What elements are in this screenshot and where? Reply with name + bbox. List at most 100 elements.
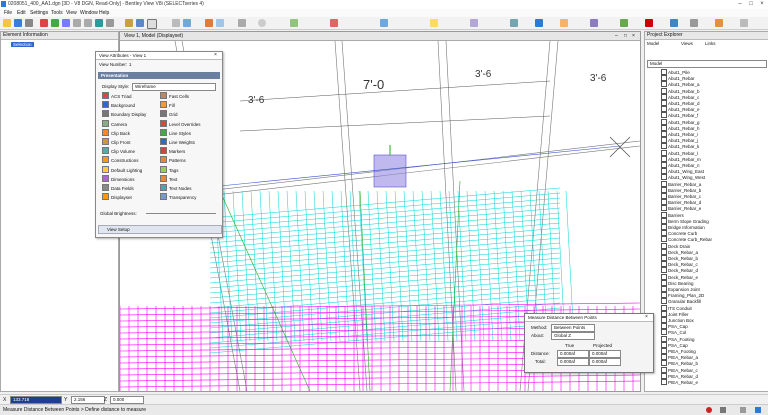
tool-i-icon[interactable] [470,19,478,27]
tool-h-icon[interactable] [430,19,438,27]
menu-file[interactable]: File [4,10,12,16]
checkbox-icon[interactable] [661,168,667,175]
checkbox-icon[interactable] [661,286,667,292]
menu-edit[interactable]: Edit [17,10,26,16]
brightness-slider[interactable] [146,213,216,214]
checkbox-icon[interactable] [661,131,667,137]
view-attr-item[interactable]: Line Styles [160,128,191,136]
model-tree-item[interactable]: Deck_Rebar_d [661,267,698,274]
checkbox-icon[interactable] [661,310,667,317]
checkbox-icon[interactable] [661,155,667,162]
tab-views[interactable]: Views [681,41,693,46]
menu-help[interactable]: Help [99,10,109,16]
model-tree-item[interactable]: Disc Bearing [661,279,694,286]
model-tree-item[interactable]: Granular Backfill [661,298,701,305]
menu-tools[interactable]: Tools [51,10,63,16]
model-tree-item[interactable]: PSA_Col [661,329,686,336]
model-tree-item[interactable]: Joint Filler [661,310,689,317]
model-tree-item[interactable]: Deck_Rebar_a [661,248,698,255]
view-number-select[interactable]: 1 [129,62,132,67]
model-tree-item[interactable]: Deck Drain [661,242,690,249]
model-tree-item[interactable]: Abut1_Wing_East [661,168,704,175]
model-tree-item[interactable]: Barrier_Rebar_a [661,180,701,187]
references-icon[interactable] [136,19,144,27]
display-style-icon[interactable] [183,19,191,27]
checkbox-icon[interactable] [661,149,667,156]
checkbox-icon[interactable] [661,304,667,311]
rotate-icon[interactable] [95,19,103,27]
menu-view[interactable]: View [66,10,77,16]
model-tree-item[interactable]: Deck_Rebar_e [661,273,698,280]
model-tree-item[interactable]: Abut1_Rebar_d [661,100,700,106]
view-attr-item[interactable]: Clip Back [102,128,130,136]
checkbox-icon[interactable] [661,242,667,249]
view-attr-item[interactable]: Fast Cells [160,92,189,99]
model-tree-item[interactable]: PSA_Cap [661,341,688,348]
checkbox-icon[interactable] [661,317,667,323]
model-tree-item[interactable]: PIEA_Footing [661,348,696,354]
model-tree-item[interactable]: Abut1_Rebar_n [661,162,700,168]
save-icon[interactable] [14,19,22,27]
view-attr-item[interactable]: Fill [160,101,175,109]
checkbox-icon[interactable] [661,137,667,144]
checkbox-icon[interactable] [661,106,667,113]
close-icon[interactable]: × [757,1,767,8]
checkbox-icon[interactable] [661,335,667,342]
model-tree-item[interactable]: Deck_Rebar_b [661,255,698,261]
view-max-icon[interactable]: □ [624,32,627,40]
menu-settings[interactable]: Settings [30,10,48,16]
selection-box[interactable] [373,154,407,188]
zoom-out-icon[interactable] [84,19,92,27]
checkbox-icon[interactable] [661,298,667,305]
model-tree-item[interactable]: PIEA_Rebar_c [661,366,698,373]
window-area-icon[interactable] [147,19,157,29]
model-tree-item[interactable]: Abut1_Rebar_e [661,106,700,113]
view-attr-item[interactable]: Data Fields [102,184,134,191]
view-attr-item[interactable]: Constructions [102,156,139,164]
model-tree-item[interactable]: Expansion Joint [661,286,700,292]
checkbox-icon[interactable] [661,329,667,336]
checkbox-icon[interactable] [661,87,667,94]
checkbox-icon[interactable] [661,93,667,100]
checkbox-icon[interactable] [661,267,667,274]
model-tree-item[interactable]: Concrete Curb [661,230,697,237]
selection-item[interactable]: Selection [11,42,34,47]
view-attributes-close-icon[interactable]: × [214,52,217,59]
tool-c-icon[interactable] [238,19,246,27]
tool-o-icon[interactable] [645,19,653,27]
tab-model[interactable]: Model [647,41,659,46]
checkbox-icon[interactable] [661,205,667,212]
model-tree-item[interactable]: Concrete Curb_Rebar [661,236,712,243]
model-tree-item[interactable]: Abut1_Rebar_a [661,81,700,88]
model-tree-item[interactable]: Barrier_Rebar_c [661,193,701,199]
view-attr-item[interactable]: Clip Volume [102,147,135,155]
checkbox-icon[interactable] [661,348,667,354]
checkbox-icon[interactable] [661,273,667,280]
model-tree-item[interactable]: PIEA_Rebar_b [661,360,698,367]
view-close-icon[interactable]: × [632,32,635,40]
tool-j-icon[interactable] [510,19,518,27]
checkbox-icon[interactable] [661,193,667,199]
checkbox-icon[interactable] [661,211,667,218]
checkbox-icon[interactable] [661,217,667,224]
view-attr-item[interactable]: Displayset [102,193,132,201]
select-icon[interactable] [40,19,48,27]
view-attr-item[interactable]: Dimensions [102,174,135,182]
view-attr-item[interactable]: Clip Front [102,138,131,145]
model-tree-item[interactable]: PIEA_Rebar_d [661,372,698,379]
checkbox-icon[interactable] [661,69,667,75]
tool-f-icon[interactable] [330,19,338,27]
checkbox-icon[interactable] [661,124,667,131]
tool-g-icon[interactable] [380,19,388,27]
view-attr-item[interactable]: Default Lighting [102,165,142,173]
view-attr-item[interactable]: ACS Triad [102,92,132,99]
y-field[interactable]: 2.156 [71,396,105,404]
tool-q-icon[interactable] [690,19,698,27]
view-attr-item[interactable]: Text [160,174,177,182]
snap-icon[interactable] [740,407,746,413]
tool-b-icon[interactable] [216,19,224,27]
checkbox-icon[interactable] [661,261,667,268]
checkbox-icon[interactable] [661,162,667,168]
view-attr-item[interactable]: Markers [160,147,185,155]
view-attr-item[interactable]: Camera [102,119,127,127]
